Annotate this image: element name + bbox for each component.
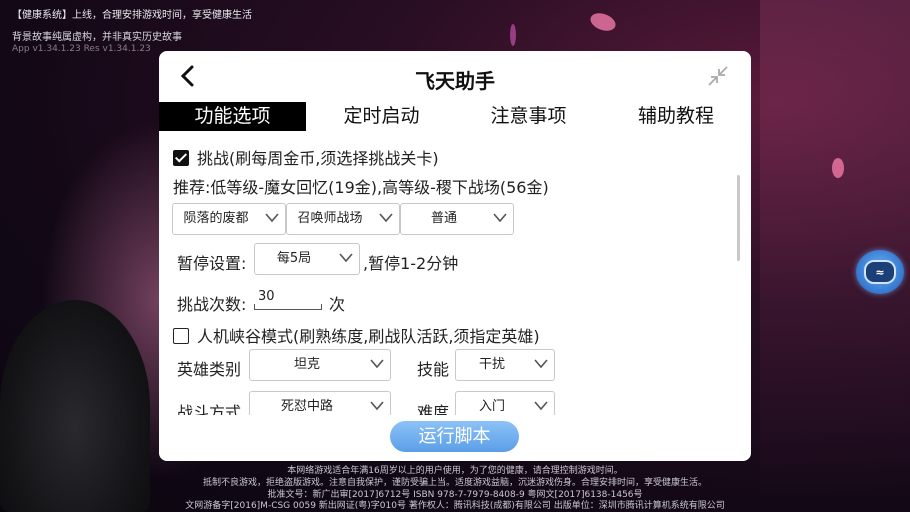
pve-label: 人机峡谷模式(刷熟练度,刷战队活跃,须指定英雄) — [197, 327, 540, 346]
dialog-title: 飞天助手 — [415, 69, 495, 93]
select-value: 每5局 — [276, 251, 312, 266]
petal-decoration — [510, 24, 516, 46]
chevron-down-icon — [534, 359, 548, 369]
chevron-down-icon — [339, 253, 353, 263]
tab-notes[interactable]: 注意事项 — [456, 102, 601, 131]
select-value: 陨落的废都 — [183, 211, 249, 226]
challenge-checkbox[interactable] — [173, 150, 189, 166]
assistant-dialog: 飞天助手 功能选项 定时启动 注意事项 辅助教程 挑战(刷每周金币,须选择挑战关… — [159, 51, 751, 461]
challenge-row: 挑战(刷每周金币,须选择挑战关卡) — [173, 145, 439, 169]
tab-bar: 功能选项 定时启动 注意事项 辅助教程 — [159, 102, 751, 131]
tab-function-options[interactable]: 功能选项 — [159, 102, 306, 131]
pause-label: 暂停设置: — [177, 254, 247, 273]
select-value: 坦克 — [293, 357, 320, 372]
petal-decoration — [588, 10, 618, 34]
hero-type-select[interactable]: 坦克 — [249, 349, 391, 381]
challenge-count-input[interactable]: 30 — [254, 287, 322, 310]
health-system-notice: 【健康系统】上线，合理安排游戏时间，享受健康生活 — [12, 10, 252, 21]
challenge-label: 挑战(刷每周金币,须选择挑战关卡) — [197, 149, 439, 168]
select-value: 死怼中路 — [280, 399, 333, 414]
pve-row: 人机峡谷模式(刷熟练度,刷战队活跃,须指定英雄) — [173, 323, 540, 347]
app-version: App v1.34.1.23 Res v1.34.1.23 — [12, 44, 151, 54]
collapse-icon[interactable] — [705, 63, 731, 89]
chevron-down-icon — [493, 213, 507, 223]
run-script-button[interactable]: 运行脚本 — [390, 421, 519, 452]
challenge-difficulty-select[interactable]: 普通 — [400, 203, 514, 235]
challenge-mode-select[interactable]: 召唤师战场 — [286, 203, 400, 235]
chevron-down-icon — [379, 213, 393, 223]
footer-publisher: 文网游备字[2016]M-CSG 0059 新出网证(粤)字010号 著作权人：… — [185, 501, 725, 511]
story-disclaimer: 背景故事纯属虚构，并非真实历史故事 — [12, 32, 182, 43]
pve-checkbox[interactable] — [173, 328, 189, 344]
select-value: 召唤师战场 — [297, 211, 363, 226]
skill-label: 技能 — [417, 360, 450, 379]
pause-interval-select[interactable]: 每5局 — [254, 243, 360, 275]
select-value: 干扰 — [478, 357, 505, 372]
hero-type-label: 英雄类别 — [177, 360, 242, 379]
challenge-map-select[interactable]: 陨落的废都 — [172, 203, 286, 235]
tab-scheduled-start[interactable]: 定时启动 — [309, 102, 454, 131]
difficulty-select[interactable]: 入门 — [455, 391, 555, 415]
assistant-face: ≈ — [864, 260, 896, 284]
difficulty-label: 难度 — [417, 403, 450, 415]
chevron-down-icon — [534, 401, 548, 411]
tab-tutorial[interactable]: 辅助教程 — [603, 102, 749, 131]
fight-mode-label: 战斗方式 — [177, 403, 242, 415]
pause-suffix: ,暂停1-2分钟 — [363, 254, 459, 273]
assistant-bot-icon[interactable]: ≈ — [856, 250, 904, 294]
petal-decoration — [832, 158, 844, 178]
chevron-down-icon — [265, 213, 279, 223]
challenge-count-label: 挑战次数: — [177, 295, 247, 314]
select-value: 普通 — [430, 211, 457, 226]
dialog-header: 飞天助手 — [159, 51, 751, 101]
skill-select[interactable]: 干扰 — [455, 349, 555, 381]
content-scrollbar[interactable] — [737, 175, 740, 261]
challenge-count-suffix: 次 — [329, 295, 346, 314]
chevron-down-icon — [370, 359, 384, 369]
challenge-recommend: 推荐:低等级-魔女回忆(19金),高等级-稷下战场(56金) — [173, 178, 549, 197]
select-value: 入门 — [478, 399, 505, 414]
options-content: 挑战(刷每周金币,须选择挑战关卡) 推荐:低等级-魔女回忆(19金),高等级-稷… — [159, 137, 751, 415]
chevron-down-icon — [370, 401, 384, 411]
fight-mode-select[interactable]: 死怼中路 — [249, 391, 391, 415]
